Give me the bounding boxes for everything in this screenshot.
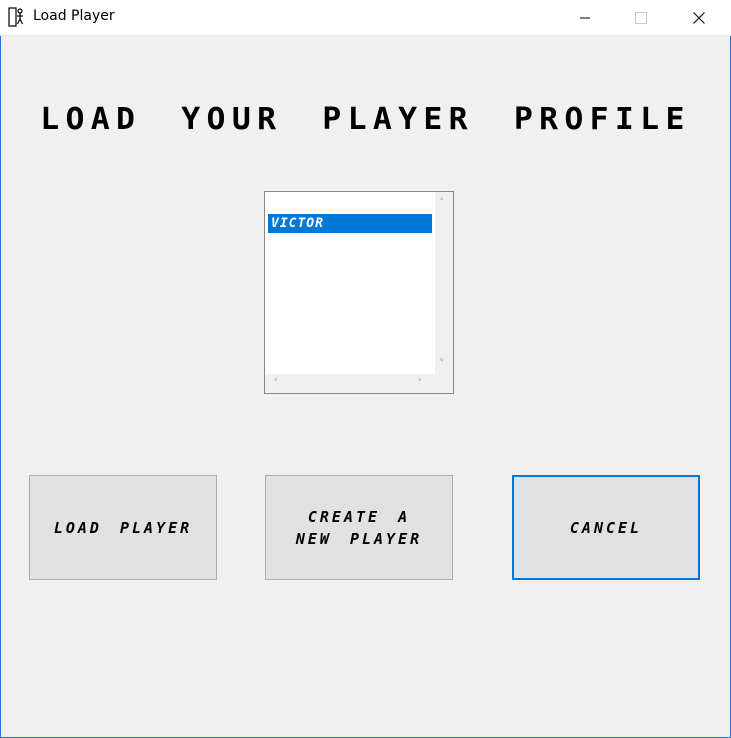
close-icon — [693, 11, 705, 24]
maximize-button[interactable] — [618, 0, 664, 35]
scroll-up-icon[interactable]: ˄ — [439, 197, 445, 208]
profile-listbox[interactable]: VICTOR ˄ ˅ ˂ ˃ — [264, 191, 454, 394]
load-player-label: LOAD PLAYER — [53, 518, 193, 537]
create-player-label-line1: CREATE A — [307, 507, 411, 526]
create-player-label-line2: NEW PLAYER — [295, 529, 423, 548]
title-bar[interactable]: Load Player — [0, 0, 731, 36]
cancel-button[interactable]: CANCEL — [512, 475, 700, 580]
vertical-scrollbar[interactable]: ˄ ˅ — [435, 192, 453, 374]
maximize-icon — [635, 11, 647, 24]
create-player-label: CREATE A NEW PLAYER — [296, 506, 422, 550]
create-player-button[interactable]: CREATE A NEW PLAYER — [265, 475, 453, 580]
horizontal-scrollbar[interactable]: ˂ ˃ — [265, 374, 435, 393]
cancel-label: CANCEL — [569, 518, 643, 537]
load-player-button[interactable]: LOAD PLAYER — [29, 475, 217, 580]
app-icon — [8, 7, 24, 27]
minimize-button[interactable] — [562, 0, 608, 35]
minimize-icon — [580, 17, 590, 18]
page-heading: LOAD YOUR PLAYER PROFILE — [40, 102, 691, 137]
scroll-left-icon[interactable]: ˂ — [273, 378, 279, 389]
scroll-right-icon[interactable]: ˃ — [417, 378, 423, 389]
list-item-selected[interactable]: VICTOR — [268, 214, 432, 233]
window-title: Load Player — [33, 8, 115, 24]
close-button[interactable] — [676, 0, 722, 35]
scroll-down-icon[interactable]: ˅ — [439, 358, 445, 369]
scroll-corner — [435, 374, 453, 393]
